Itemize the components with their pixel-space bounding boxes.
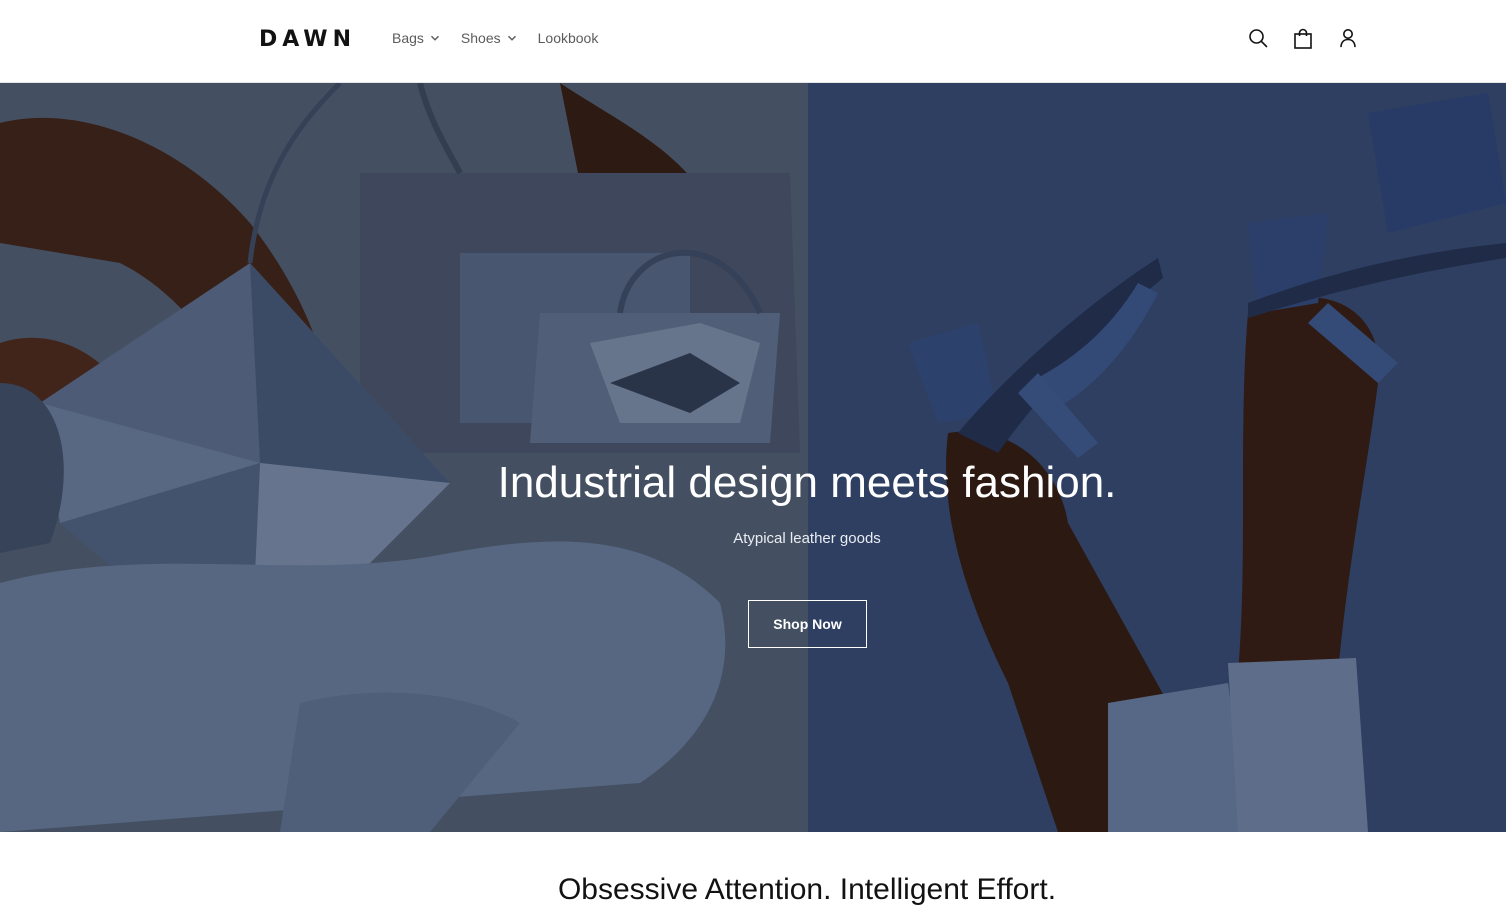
nav-item-label: Shoes — [460, 30, 501, 46]
section-heading: Obsessive Attention. Intelligent Effort. — [557, 873, 1057, 906]
main-nav: Bags Shoes Lookbook — [392, 28, 619, 48]
nav-item-shoes[interactable]: Shoes — [461, 28, 517, 48]
nav-item-bags[interactable]: Bags — [392, 28, 440, 48]
cart-icon[interactable] — [1291, 27, 1315, 51]
search-icon[interactable] — [1246, 26, 1270, 50]
site-header: DAWN Bags Shoes Lookbook — [0, 0, 1506, 83]
nav-item-label: Bags — [392, 30, 424, 46]
chevron-down-icon — [430, 35, 439, 41]
nav-item-lookbook[interactable]: Lookbook — [538, 28, 599, 48]
nav-item-label: Lookbook — [537, 30, 599, 46]
shop-now-button[interactable]: Shop Now — [748, 600, 867, 648]
chevron-down-icon — [507, 35, 516, 41]
account-icon[interactable] — [1336, 26, 1360, 50]
store-logo[interactable]: DAWN — [259, 26, 356, 54]
hero-title: Industrial design meets fashion. — [497, 458, 1117, 507]
hero-subtitle: Atypical leather goods — [733, 530, 881, 547]
